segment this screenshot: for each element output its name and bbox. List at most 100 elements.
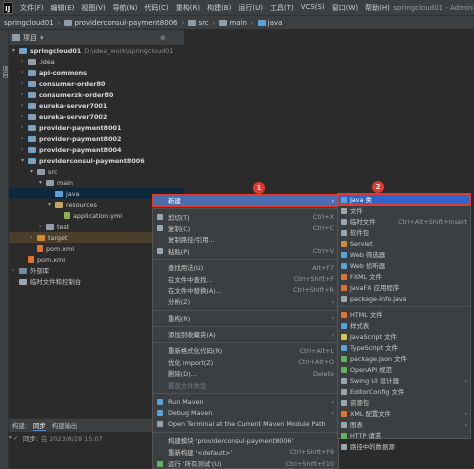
tab-build-output[interactable]: 构建输出	[52, 421, 78, 430]
chevron-right-icon[interactable]: ›	[21, 91, 28, 98]
context-menu-item[interactable]: 重新构建 '<default>' Ctrl+Shift+F9	[153, 446, 338, 457]
chevron-down-icon[interactable]: ▾	[12, 47, 19, 54]
new-submenu-item[interactable]: JavaFX 应用程序	[338, 282, 470, 293]
menu-item[interactable]: 窗口(W)	[328, 3, 361, 13]
tree-node[interactable]: › consumer-order80	[9, 78, 184, 89]
menu-item[interactable]: 文件(F)	[17, 3, 48, 13]
new-submenu-item[interactable]: package.json 文件	[338, 353, 470, 364]
context-menu-item[interactable]: 粘贴(P) Ctrl+V	[153, 246, 338, 257]
new-submenu-item[interactable]: 临时文件 Ctrl+Alt+Shift+Insert	[338, 216, 470, 227]
tree-node[interactable]: › consumerzk-order80	[9, 89, 184, 100]
new-submenu-item[interactable]: Servlet	[338, 238, 470, 249]
context-menu-item[interactable]: 复制路径/引用...	[153, 234, 338, 245]
context-menu-item[interactable]: 删除(D)... Delete	[153, 368, 338, 379]
chevron-down-icon[interactable]: ▾	[48, 201, 55, 208]
breadcrumb-item[interactable]: java	[257, 19, 282, 27]
context-menu-item[interactable]: 分析(Z) ›	[153, 296, 338, 307]
context-menu-item[interactable]: 复制(C) Ctrl+C	[153, 223, 338, 234]
tree-node[interactable]: ▾ main	[9, 177, 184, 188]
tree-node[interactable]: ▾ src	[9, 166, 184, 177]
project-tool-window-tab[interactable]: 项目	[0, 66, 9, 78]
menu-item[interactable]: 构建(B)	[204, 3, 235, 13]
tree-node[interactable]: › provider-payment8002	[9, 133, 184, 144]
new-submenu-item[interactable]: HTML 文件	[338, 309, 470, 320]
context-menu-item[interactable]: 添加到收藏夹(A) ›	[153, 329, 338, 340]
new-submenu-item[interactable]: FXML 文件	[338, 271, 470, 282]
tree-node[interactable]: › provider-payment8001	[9, 122, 184, 133]
module-folder-icon	[19, 47, 27, 54]
menu-item[interactable]: 运行(U)	[235, 3, 267, 13]
library-icon	[19, 267, 27, 274]
tree-node[interactable]: › eureka-server7001	[9, 100, 184, 111]
menu-item[interactable]: 帮助(H)	[362, 3, 394, 13]
context-menu-item[interactable]: 重新格式化代码(R) Ctrl+Alt+L	[153, 345, 338, 356]
context-menu-item[interactable]: 构建模块 'providerconsul-payment8006'	[153, 435, 338, 446]
new-submenu-item[interactable]: Web 筛选器	[338, 249, 470, 260]
new-submenu-item[interactable]: Java 类	[337, 193, 471, 206]
menu-item[interactable]: 工具(T)	[266, 3, 297, 13]
project-panel-title[interactable]: 项目	[23, 33, 37, 43]
chevron-right-icon[interactable]: ›	[39, 223, 46, 230]
chevron-right-icon[interactable]: ›	[30, 234, 37, 241]
context-menu-item[interactable]: 在文件中查找... Ctrl+Shift+F	[153, 273, 338, 284]
new-submenu-item[interactable]: 文件	[338, 205, 470, 216]
menu-item[interactable]: 视图(V)	[78, 3, 109, 13]
new-submenu-item[interactable]: Web 侦听器	[338, 260, 470, 271]
add-icon[interactable]: ⊕	[160, 34, 166, 42]
menu-item[interactable]: 重构(R)	[172, 3, 203, 13]
new-submenu-item[interactable]: package-info.java	[338, 293, 470, 304]
new-submenu-item[interactable]: 路径中的数据源	[338, 441, 470, 452]
context-menu-item[interactable]: Debug Maven ›	[153, 407, 338, 418]
new-submenu-item[interactable]: EditorConfig 文件	[338, 386, 470, 397]
context-menu-item[interactable]: 剪切(T) Ctrl+X	[153, 211, 338, 222]
chevron-right-icon[interactable]: ›	[21, 146, 28, 153]
context-menu-item[interactable]: 重构(R) ›	[153, 313, 338, 324]
chevron-down-icon[interactable]: ▾	[21, 157, 28, 164]
new-submenu-item[interactable]: XML 配置文件 ›	[338, 408, 470, 419]
new-submenu-item[interactable]: 图表 ›	[338, 419, 470, 430]
new-submenu-item[interactable]: 软件包	[338, 227, 470, 238]
new-submenu-item[interactable]: TypeScript 文件	[338, 342, 470, 353]
tree-node[interactable]: › provider-payment8004	[9, 144, 184, 155]
breadcrumb-item[interactable]: springcloud01	[4, 19, 54, 27]
chevron-right-icon[interactable]: ›	[21, 69, 28, 76]
chevron-down-icon[interactable]: ▾	[30, 168, 37, 175]
tree-node[interactable]: › api-commons	[9, 67, 184, 78]
chevron-right-icon[interactable]: ›	[21, 113, 28, 120]
context-menu-item[interactable]: Run Maven ›	[153, 396, 338, 407]
build-sync-status[interactable]: ▾ ✓ 同步: 在 2023/8/28 15:07	[9, 432, 152, 444]
chevron-right-icon[interactable]: ›	[21, 124, 28, 131]
chevron-right-icon[interactable]: ›	[21, 135, 28, 142]
tree-node[interactable]: ▾ providerconsul-payment8006	[9, 155, 184, 166]
chevron-down-icon[interactable]: ▾	[40, 34, 44, 42]
tree-node[interactable]: › .idea	[9, 56, 184, 67]
menu-item[interactable]: 编辑(E)	[47, 3, 78, 13]
chevron-down-icon[interactable]: ▾	[39, 179, 46, 186]
tree-node[interactable]: › eureka-server7002	[9, 111, 184, 122]
chevron-right-icon[interactable]: ›	[12, 267, 19, 274]
context-menu-item[interactable]: 新建 ›	[152, 193, 339, 208]
file-type-icon	[341, 322, 347, 329]
context-menu-item[interactable]: 优化 import(Z) Ctrl+Alt+O	[153, 357, 338, 368]
menu-item[interactable]: VCS(S)	[297, 3, 328, 13]
breadcrumb-item[interactable]: src	[188, 19, 209, 27]
context-menu-item[interactable]: 在文件中替换(A)... Ctrl+Shift+R	[153, 285, 338, 296]
chevron-right-icon[interactable]: ›	[21, 58, 28, 65]
breadcrumb-item[interactable]: providerconsul-payment8006	[64, 19, 178, 27]
new-submenu-item[interactable]: OpenAPI 规范	[338, 364, 470, 375]
new-submenu-item[interactable]: JavaScript 文件	[338, 331, 470, 342]
breadcrumb-item[interactable]: main	[219, 19, 247, 27]
tab-sync[interactable]: 同步	[32, 421, 46, 431]
menu-item[interactable]: 导航(N)	[109, 3, 141, 13]
new-submenu-item[interactable]: 资源包	[338, 397, 470, 408]
menu-item[interactable]: 代码(C)	[141, 3, 172, 13]
chevron-right-icon[interactable]: ›	[21, 102, 28, 109]
tree-node[interactable]: ▾ springcloud01 D:\idea_work\springcloud01	[9, 45, 184, 56]
context-menu-item[interactable]: 运行 '所有测试'(U) Ctrl+Shift+F10	[153, 458, 338, 469]
new-submenu-item[interactable]: Swing UI 设计器 ›	[338, 375, 470, 386]
chevron-right-icon[interactable]: ›	[21, 80, 28, 87]
context-menu-item[interactable]: 查找用法(U) Alt+F7	[153, 262, 338, 273]
new-submenu-item[interactable]: HTTP 请求	[338, 430, 470, 441]
new-submenu-item[interactable]: 样式表	[338, 320, 470, 331]
context-menu-item[interactable]: Open Terminal at the Current Maven Modul…	[153, 419, 338, 430]
